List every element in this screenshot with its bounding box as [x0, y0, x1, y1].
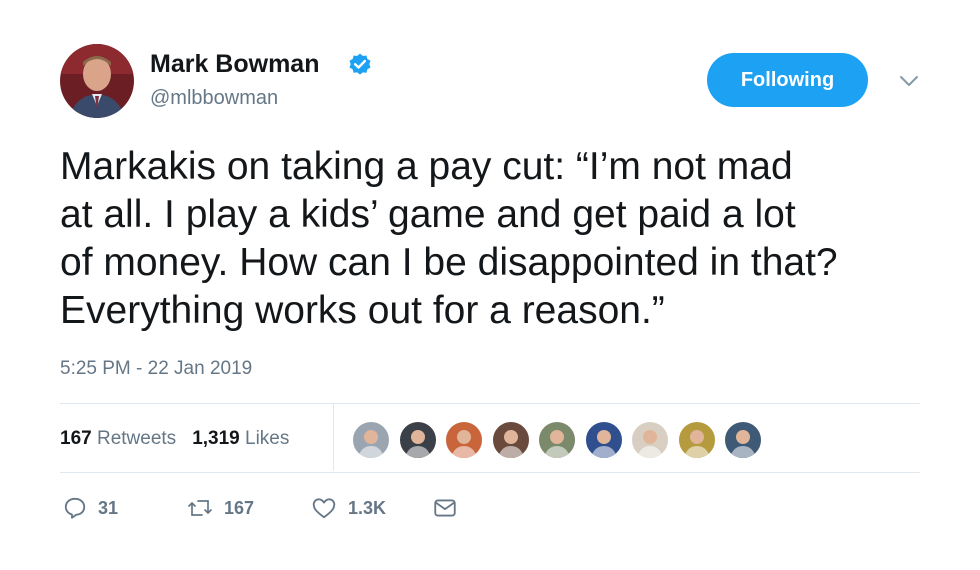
chevron-down-icon[interactable] — [898, 74, 920, 88]
tweet-text-line: at all. I play a kids’ game and get paid… — [60, 193, 796, 236]
reply-icon — [64, 497, 86, 519]
liker-face-icon — [358, 430, 384, 458]
likes-label: Likes — [245, 428, 290, 449]
retweet-action[interactable]: 167 — [186, 495, 254, 521]
liker-face-icon — [730, 430, 756, 458]
author-handle[interactable]: @mlbbowman — [150, 87, 278, 110]
liker-avatar-3[interactable] — [445, 421, 483, 459]
liker-face-icon — [544, 430, 570, 458]
stats-separator — [333, 404, 334, 471]
reply-count: 31 — [98, 497, 119, 518]
tweet-stats: 167 Retweets 1,319 Likes — [60, 428, 289, 450]
liker-avatar-5[interactable] — [538, 421, 576, 459]
liker-face-icon — [590, 430, 617, 458]
retweet-icon — [188, 500, 212, 516]
like-action[interactable]: 1.3K — [310, 495, 386, 521]
tweet-text-line: of money. How can I be disappointed in t… — [60, 241, 838, 284]
retweets-label: Retweets — [96, 428, 177, 449]
liker-avatar-4[interactable] — [491, 421, 530, 459]
liker-face-icon — [451, 430, 477, 458]
tweet-text: Markakis on taking a pay cut: “I’m not m… — [60, 143, 940, 335]
envelope-icon — [434, 499, 456, 517]
author-avatar[interactable] — [60, 44, 134, 118]
following-button[interactable]: Following — [707, 53, 868, 107]
liker-avatar-1[interactable] — [352, 421, 390, 459]
liker-avatar-7[interactable] — [631, 421, 669, 459]
liker-avatars — [352, 421, 771, 459]
tweet-timestamp[interactable]: 5:25 PM - 22 Jan 2019 — [60, 358, 252, 380]
liker-avatar-2[interactable] — [398, 421, 437, 459]
liker-avatar-9[interactable] — [724, 421, 762, 459]
heart-icon — [312, 498, 336, 519]
liker-face-icon — [637, 430, 663, 458]
retweets-stat[interactable]: 167 Retweets — [60, 428, 176, 450]
liker-face-icon — [683, 430, 710, 458]
tweet-text-line: Markakis on taking a pay cut: “I’m not m… — [60, 145, 793, 188]
reply-action[interactable]: 31 — [62, 495, 118, 521]
retweet-count: 167 — [224, 497, 255, 518]
like-count: 1.3K — [348, 497, 387, 518]
author-avatar-image — [60, 44, 134, 118]
liker-face-icon — [404, 430, 431, 458]
likes-count: 1,319 — [192, 428, 240, 449]
liker-face-icon — [497, 430, 524, 458]
divider-bottom — [60, 472, 920, 473]
retweets-count: 167 — [60, 428, 92, 449]
direct-message-action[interactable] — [432, 495, 458, 521]
liker-avatar-8[interactable] — [677, 421, 716, 459]
author-name[interactable]: Mark Bowman — [150, 50, 319, 79]
likes-stat[interactable]: 1,319 Likes — [192, 428, 289, 450]
verified-badge-icon — [349, 53, 371, 75]
liker-avatar-6[interactable] — [584, 421, 623, 459]
tweet-text-line: Everything works out for a reason.” — [60, 289, 665, 332]
divider-top — [60, 403, 920, 404]
